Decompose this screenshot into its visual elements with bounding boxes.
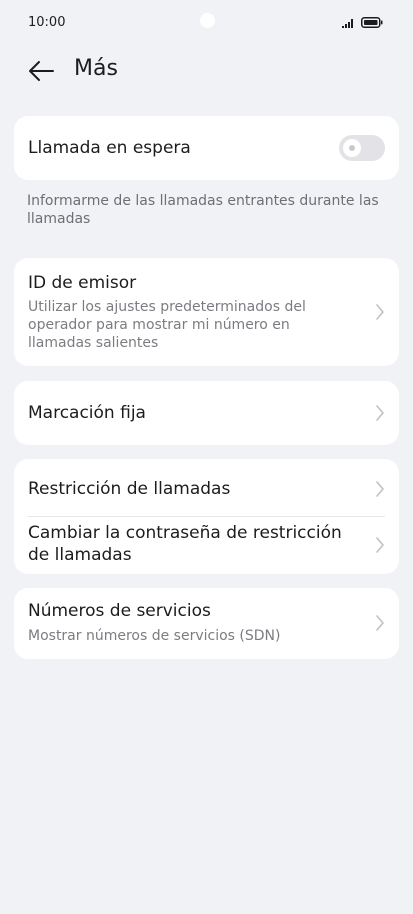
fixed-dialing-label: Marcación fija [28, 403, 146, 423]
service-numbers-description: Mostrar números de servicios (SDN) [28, 628, 281, 644]
caller-id-label: ID de emisor [28, 273, 137, 293]
status-bar: 10:00 [0, 0, 413, 46]
system-icons [342, 17, 383, 28]
service-numbers-row[interactable]: Números de servicios Mostrar números de … [14, 588, 399, 659]
call-barring-group: Restricción de llamadas Cambiar la contr… [14, 459, 399, 574]
change-barring-password-label: Cambiar la contraseña de restricción de … [28, 523, 342, 565]
service-numbers-label: Números de servicios [28, 601, 211, 621]
toggle-knob [343, 139, 361, 157]
fixed-dialing-row[interactable]: Marcación fija [14, 381, 399, 445]
call-waiting-row[interactable]: Llamada en espera [14, 116, 399, 180]
screen: 10:00 Más Llamada en espera Informarme d… [0, 0, 413, 914]
signal-icon [342, 18, 353, 28]
call-waiting-toggle[interactable] [339, 135, 385, 161]
status-time: 10:00 [28, 15, 66, 30]
call-restriction-row[interactable]: Restricción de llamadas [14, 459, 399, 516]
caller-id-row[interactable]: ID de emisor Utilizar los ajustes predet… [14, 258, 399, 366]
chevron-right-icon [376, 481, 384, 497]
back-arrow-icon [29, 61, 54, 81]
chevron-right-icon [376, 615, 384, 631]
call-waiting-description: Informarme de las llamadas entrantes dur… [27, 193, 379, 227]
page-title: Más [74, 56, 118, 81]
header: Más [0, 52, 413, 90]
chevron-right-icon [376, 405, 384, 421]
change-barring-password-row[interactable]: Cambiar la contraseña de restricción de … [14, 517, 399, 574]
battery-icon [361, 17, 383, 28]
caller-id-description: Utilizar los ajustes predeterminados del… [28, 299, 306, 351]
call-restriction-label: Restricción de llamadas [28, 479, 231, 499]
chevron-right-icon [376, 537, 384, 553]
chevron-right-icon [376, 304, 384, 320]
back-button[interactable] [26, 56, 58, 86]
call-waiting-label: Llamada en espera [28, 138, 191, 158]
camera-cutout [200, 13, 215, 28]
